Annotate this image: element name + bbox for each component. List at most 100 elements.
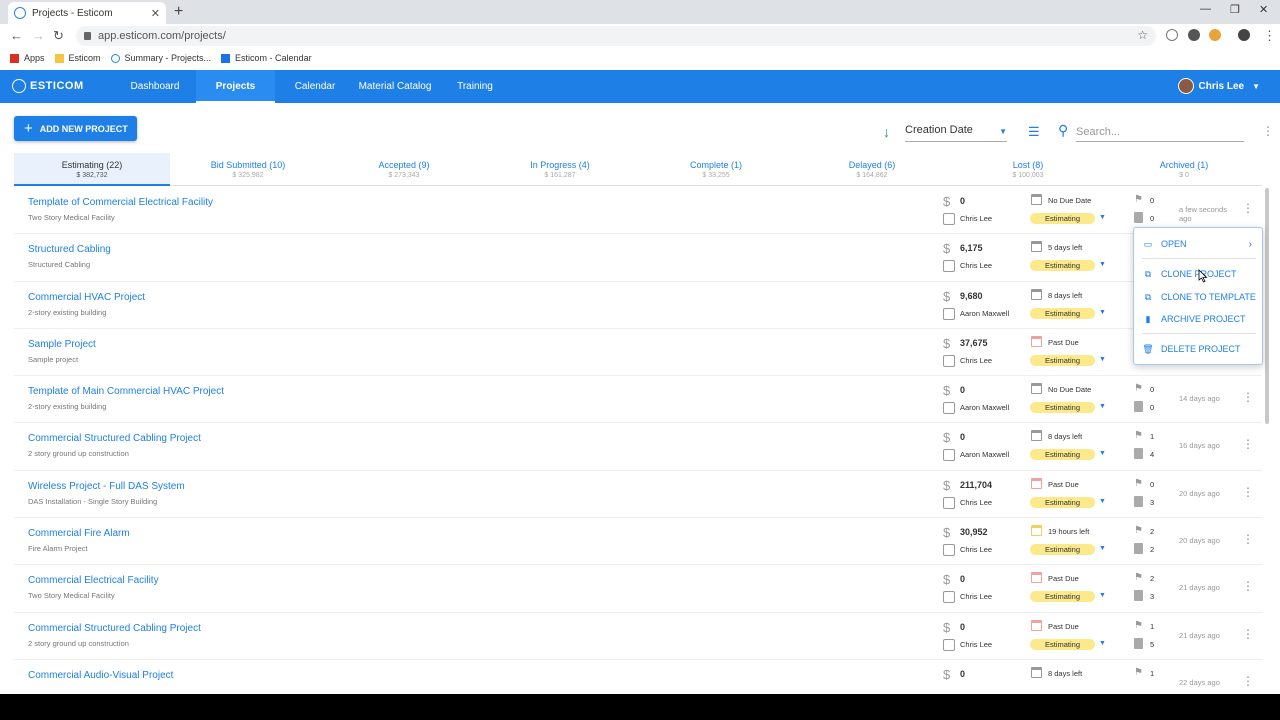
- search-input[interactable]: [1076, 122, 1244, 142]
- table-row[interactable]: Commercial HVAC Project 2-story existing …: [14, 282, 1262, 329]
- project-name-link[interactable]: Commercial Structured Cabling Project: [28, 433, 201, 444]
- project-name-link[interactable]: Template of Main Commercial HVAC Project: [28, 386, 224, 397]
- row-more-icon[interactable]: ⋮: [1242, 390, 1254, 404]
- status-badge[interactable]: Estimating: [1030, 354, 1095, 366]
- status-badge[interactable]: Estimating: [1030, 496, 1095, 508]
- menu-item-delete-project[interactable]: 🗑 DELETE PROJECT: [1134, 340, 1264, 358]
- tab-close-icon[interactable]: ✕: [151, 7, 160, 20]
- add-new-project-button[interactable]: + ADD NEW PROJECT: [14, 116, 137, 141]
- browser-tab[interactable]: Projects - Esticom ✕: [8, 2, 166, 24]
- status-badge[interactable]: Estimating: [1030, 213, 1095, 224]
- window-close-icon[interactable]: ✕: [1259, 3, 1268, 16]
- nav-projects[interactable]: Projects: [196, 70, 275, 103]
- table-row[interactable]: Commercial Fire Alarm Fire Alarm Project $…: [14, 518, 1262, 566]
- project-name-link[interactable]: Commercial Audio-Visual Project: [28, 670, 173, 681]
- tab-in-progress[interactable]: In Progress (4) $ 161,287: [482, 153, 638, 186]
- extension-icon[interactable]: [1188, 29, 1200, 41]
- project-name-link[interactable]: Structured Cabling: [28, 244, 111, 255]
- filter-icon[interactable]: ☰: [1028, 124, 1040, 140]
- menu-item-clone-to-template[interactable]: ⧉ CLONE TO TEMPLATE: [1134, 288, 1264, 306]
- table-row[interactable]: Template of Commercial Electrical Facili…: [14, 187, 1262, 235]
- caret-down-icon[interactable]: ▼: [1099, 356, 1106, 363]
- caret-down-icon[interactable]: ▼: [1099, 450, 1106, 457]
- tab-estimating[interactable]: Estimating (22) $ 382,732: [14, 153, 170, 186]
- row-more-icon[interactable]: ⋮: [1242, 532, 1254, 546]
- nav-material-catalog[interactable]: Material Catalog: [352, 70, 438, 103]
- status-badge[interactable]: Estimating: [1030, 402, 1095, 414]
- row-more-icon[interactable]: ⋮: [1242, 627, 1254, 641]
- tab-bid-submitted[interactable]: Bid Submitted (10) $ 325,982: [170, 153, 326, 186]
- user-menu[interactable]: Chris Lee ▼: [1177, 78, 1260, 94]
- nav-calendar[interactable]: Calendar: [285, 70, 345, 103]
- forward-icon[interactable]: →: [32, 28, 45, 43]
- table-row[interactable]: Commercial Structured Cabling Project 2 s…: [14, 423, 1262, 471]
- row-more-icon[interactable]: ⋮: [1242, 437, 1254, 451]
- project-name-link[interactable]: Template of Commercial Electrical Facili…: [28, 197, 213, 208]
- nav-dashboard[interactable]: Dashboard: [120, 70, 190, 103]
- status-badge[interactable]: Estimating: [1030, 544, 1095, 556]
- tab-accepted[interactable]: Accepted (9) $ 273,343: [326, 153, 482, 186]
- status-badge[interactable]: Estimating: [1030, 638, 1095, 650]
- minimize-icon[interactable]: —: [1200, 3, 1211, 15]
- caret-down-icon[interactable]: ▼: [1099, 498, 1106, 505]
- status-badge[interactable]: Estimating: [1030, 591, 1095, 603]
- table-row[interactable]: Template of Main Commercial HVAC Project…: [14, 376, 1262, 424]
- esticom-logo[interactable]: ESTICOM: [12, 79, 84, 93]
- profile-icon[interactable]: [1238, 29, 1250, 41]
- url-field[interactable]: app.esticom.com/projects/ ☆: [76, 26, 1156, 46]
- caret-down-icon[interactable]: ▼: [1099, 403, 1106, 410]
- scrollbar[interactable]: [1265, 188, 1269, 424]
- caret-down-icon[interactable]: ▼: [1099, 261, 1106, 268]
- project-name-link[interactable]: Commercial Structured Cabling Project: [28, 623, 201, 634]
- new-tab-icon[interactable]: +: [174, 3, 183, 21]
- status-badge[interactable]: Estimating: [1030, 260, 1095, 272]
- bookmark-apps[interactable]: Apps: [10, 53, 45, 63]
- sort-select[interactable]: Creation Date ▼: [905, 124, 1007, 142]
- back-icon[interactable]: ←: [10, 28, 23, 43]
- bookmark-calendar[interactable]: Esticom - Calendar: [221, 53, 312, 63]
- project-name-link[interactable]: Commercial HVAC Project: [28, 292, 145, 303]
- table-row[interactable]: Sample Project Sample project $37,675 Chris…: [14, 329, 1262, 377]
- table-row[interactable]: Wireless Project - Full DAS System DAS In…: [14, 471, 1262, 519]
- menu-item-open[interactable]: ▭ OPEN ›: [1134, 235, 1264, 253]
- project-name-link[interactable]: Commercial Fire Alarm: [28, 528, 130, 539]
- maximize-icon[interactable]: ❐: [1230, 3, 1240, 16]
- nav-training[interactable]: Training: [448, 70, 502, 103]
- project-name-link[interactable]: Wireless Project - Full DAS System: [28, 481, 185, 492]
- status-badge[interactable]: Estimating: [1030, 307, 1095, 319]
- project-amount: 211,704: [960, 479, 993, 490]
- caret-down-icon[interactable]: ▼: [1099, 309, 1106, 316]
- tab-archived[interactable]: Archived (1) $ 0: [1106, 153, 1262, 186]
- extension-icon[interactable]: [1209, 29, 1221, 41]
- project-name-link[interactable]: Sample Project: [28, 339, 96, 350]
- table-row[interactable]: Commercial Electrical Facility Two Story …: [14, 565, 1262, 613]
- bookmark-star-icon[interactable]: ☆: [1137, 28, 1148, 42]
- table-row[interactable]: Commercial Audio-Visual Project $0 8 days …: [14, 660, 1262, 694]
- sort-direction-icon[interactable]: ↓: [883, 124, 890, 140]
- caret-down-icon[interactable]: ▼: [1099, 545, 1106, 552]
- extension-icon[interactable]: [1166, 29, 1178, 41]
- row-more-icon[interactable]: ⋮: [1242, 485, 1254, 499]
- menu-item-archive-project[interactable]: ▮ ARCHIVE PROJECT: [1134, 310, 1264, 328]
- reload-icon[interactable]: ↻: [53, 28, 64, 44]
- project-name-link[interactable]: Commercial Electrical Facility: [28, 575, 159, 586]
- tab-delayed[interactable]: Delayed (6) $ 164,862: [794, 153, 950, 186]
- row-more-icon[interactable]: ⋮: [1242, 579, 1254, 593]
- status-badge[interactable]: Estimating: [1030, 449, 1095, 461]
- tab-lost[interactable]: Lost (8) $ 100,003: [950, 153, 1106, 186]
- more-options-icon[interactable]: ⋮: [1262, 124, 1274, 138]
- search-icon[interactable]: ⚲: [1058, 122, 1068, 139]
- bookmark-esticom[interactable]: Esticom: [54, 53, 101, 63]
- row-more-icon[interactable]: ⋮: [1242, 201, 1254, 215]
- table-row[interactable]: Commercial Structured Cabling Project 2 s…: [14, 613, 1262, 660]
- tab-complete[interactable]: Complete (1) $ 33,255: [638, 153, 794, 186]
- caret-down-icon[interactable]: ▼: [1099, 592, 1106, 599]
- bookmark-summary[interactable]: Summary - Projects...: [110, 53, 211, 63]
- row-more-icon[interactable]: ⋮: [1242, 674, 1254, 688]
- chrome-menu-icon[interactable]: ⋮: [1263, 28, 1276, 44]
- caret-down-icon[interactable]: ▼: [1099, 214, 1106, 221]
- caret-down-icon[interactable]: ▼: [1099, 640, 1106, 647]
- apps-grid-icon: [10, 53, 19, 63]
- plus-icon: +: [24, 120, 33, 137]
- table-row[interactable]: Structured Cabling Structured Cabling $6,1…: [14, 234, 1262, 282]
